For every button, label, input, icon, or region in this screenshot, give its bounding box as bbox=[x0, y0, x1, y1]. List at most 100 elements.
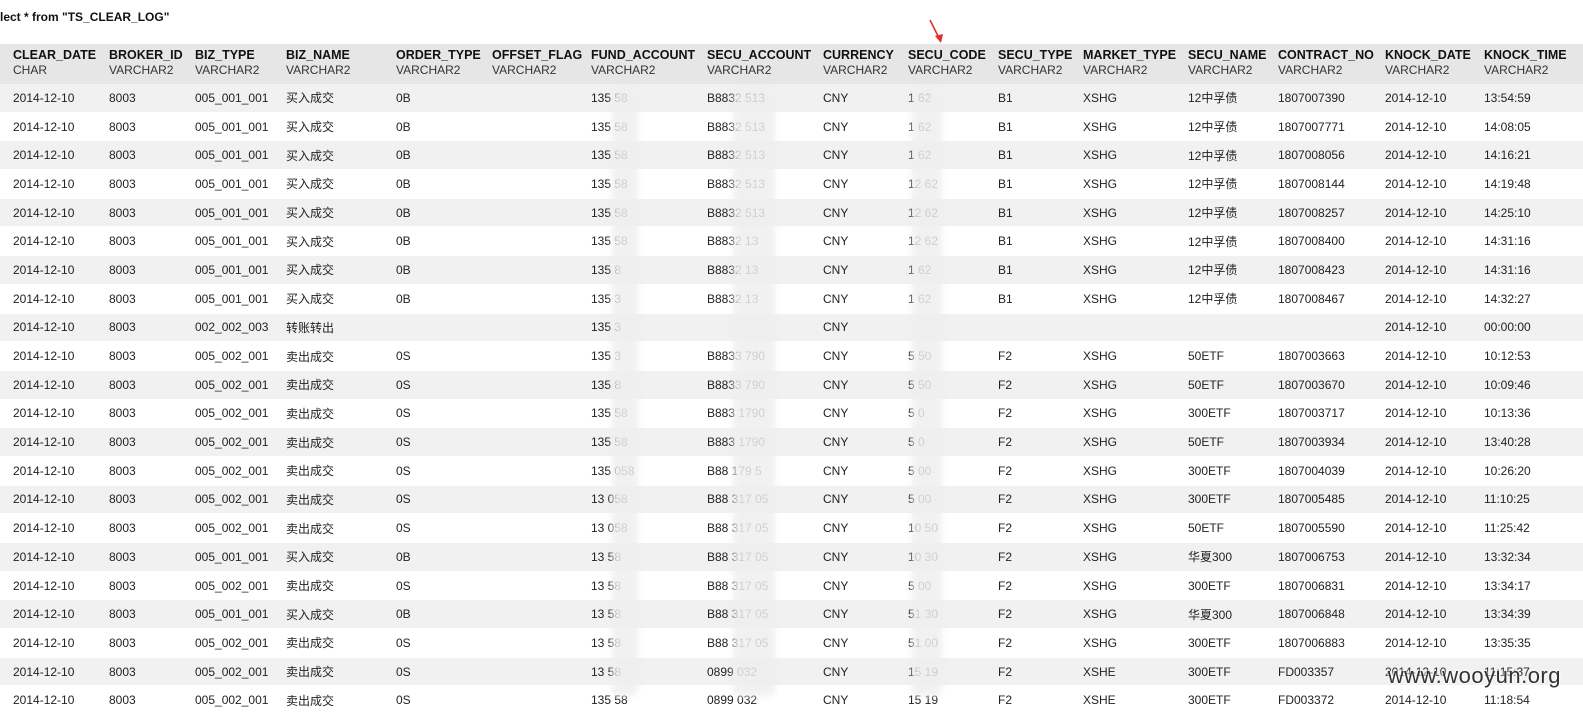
table-row[interactable]: 2014-12-10 8003 005_001_001 买入成交 0B 13 58 B88 … bbox=[0, 599, 1583, 630]
column-name: ORDER_TYPE bbox=[396, 48, 481, 62]
table-cell: B8832 13 bbox=[694, 226, 810, 257]
table-row[interactable]: 2014-12-10 8003 005_001_001 买入成交 0B 135 3 B883… bbox=[0, 284, 1583, 314]
table-cell: 135 8 bbox=[578, 370, 694, 400]
table-cell: 8003 bbox=[96, 513, 182, 543]
table-cell: 005_001_001 bbox=[182, 169, 273, 199]
table-cell: 1807003934 bbox=[1265, 427, 1372, 457]
table-cell: 1807003663 bbox=[1265, 341, 1372, 371]
table-cell bbox=[985, 313, 1070, 343]
table-cell: 0B bbox=[383, 140, 479, 171]
table-cell: 8003 bbox=[96, 427, 182, 457]
table-cell: 10:26:20 bbox=[1471, 456, 1583, 486]
table-cell bbox=[479, 485, 578, 515]
table-cell: XSHG bbox=[1070, 427, 1175, 457]
table-row[interactable]: 2014-12-10 8003 005_001_001 买入成交 0B 135 58 B88… bbox=[0, 140, 1583, 171]
table-cell: CNY bbox=[810, 399, 895, 429]
table-cell: 2014-12-10 bbox=[0, 542, 96, 572]
table-cell: 135 8 bbox=[578, 255, 694, 285]
table-cell bbox=[479, 112, 578, 142]
table-cell: 50ETF bbox=[1175, 341, 1265, 371]
table-row[interactable]: 2014-12-10 8003 005_002_001 卖出成交 0S 135 58 B88… bbox=[0, 399, 1583, 429]
column-type: VARCHAR2 bbox=[998, 63, 1063, 77]
table-cell: 00:00:00 bbox=[1471, 313, 1583, 343]
table-cell: 15 19 bbox=[895, 657, 985, 687]
table-cell: XSHG bbox=[1070, 226, 1175, 257]
table-cell: CNY bbox=[810, 370, 895, 400]
column-header[interactable]: CURRENCY VARCHAR2 bbox=[810, 44, 895, 84]
table-row[interactable]: 2014-12-10 8003 005_001_001 买入成交 0B 135 58 B88… bbox=[0, 198, 1583, 228]
table-cell: 0B bbox=[383, 226, 479, 257]
table-row[interactable]: 2014-12-10 8003 005_002_001 卖出成交 0S 135 58 089… bbox=[0, 685, 1583, 715]
table-cell: 卖出成交 bbox=[273, 485, 383, 515]
table-row[interactable]: 2014-12-10 8003 002_002_003 转账转出 135 3 CNY 201… bbox=[0, 313, 1583, 343]
table-cell: XSHG bbox=[1070, 513, 1175, 543]
column-header[interactable]: FUND_ACCOUNT VARCHAR2 bbox=[578, 44, 695, 84]
table-cell: 5 00 bbox=[895, 571, 985, 601]
table-cell: 2014-12-10 bbox=[1372, 169, 1471, 199]
table-cell: 8003 bbox=[96, 255, 182, 285]
table-cell: 买入成交 bbox=[273, 542, 383, 572]
table-cell: 005_002_001 bbox=[182, 685, 273, 715]
table-row[interactable]: 2014-12-10 8003 005_001_001 买入成交 0B 135 8 B883… bbox=[0, 255, 1583, 285]
table-cell: 0S bbox=[383, 513, 479, 543]
column-header[interactable]: CLEAR_DATE CHAR bbox=[0, 44, 96, 84]
table-row[interactable]: 2014-12-10 8003 005_002_001 卖出成交 0S 135 058 B8… bbox=[0, 456, 1583, 486]
table-row[interactable]: 2014-12-10 8003 005_002_001 卖出成交 0S 13 058 B88… bbox=[0, 485, 1583, 515]
column-header[interactable]: SECU_ACCOUNT VARCHAR2 bbox=[694, 44, 811, 84]
column-header[interactable]: ORDER_TYPE VARCHAR2 bbox=[383, 44, 481, 84]
table-cell: 2014-12-10 bbox=[1372, 140, 1471, 171]
table-row[interactable]: 2014-12-10 8003 005_002_001 卖出成交 0S 13 058 B88… bbox=[0, 513, 1583, 543]
table-cell: 8003 bbox=[96, 685, 182, 715]
column-header[interactable]: KNOCK_DATE VARCHAR2 bbox=[1372, 44, 1471, 84]
table-cell: 2014-12-10 bbox=[0, 456, 96, 486]
table-cell: CNY bbox=[810, 169, 895, 199]
table-row[interactable]: 2014-12-10 8003 005_002_001 卖出成交 0S 135 8 B883… bbox=[0, 370, 1583, 400]
table-cell: B1 bbox=[985, 255, 1070, 285]
table-cell: 卖出成交 bbox=[273, 628, 383, 658]
table-cell: 卖出成交 bbox=[273, 399, 383, 429]
table-cell bbox=[479, 284, 578, 314]
table-cell: CNY bbox=[810, 112, 895, 142]
table-cell: 2014-12-10 bbox=[1372, 628, 1471, 658]
table-cell: 10 50 bbox=[895, 513, 985, 543]
table-cell: 2014-12-10 bbox=[0, 685, 96, 715]
table-cell: F2 bbox=[985, 628, 1070, 658]
table-cell: 8003 bbox=[96, 599, 182, 630]
table-cell: 8003 bbox=[96, 456, 182, 486]
column-header[interactable]: BIZ_TYPE VARCHAR2 bbox=[182, 44, 273, 84]
column-name: BIZ_TYPE bbox=[195, 48, 255, 62]
table-row[interactable]: 2014-12-10 8003 005_001_001 买入成交 0B 13 58 B88 … bbox=[0, 542, 1583, 572]
column-header[interactable]: CONTRACT_NO VARCHAR2 bbox=[1265, 44, 1374, 84]
table-cell: 005_001_001 bbox=[182, 226, 273, 257]
table-cell: 005_001_001 bbox=[182, 599, 273, 630]
header-row: CLEAR_DATE CHAR BROKER_ID VARCHAR2 BIZ_TYPE V… bbox=[0, 44, 1583, 84]
table-cell: CNY bbox=[810, 542, 895, 572]
column-header[interactable]: KNOCK_TIME VARCHAR2 bbox=[1471, 44, 1583, 84]
table-cell: 12 62 bbox=[895, 169, 985, 199]
table-row[interactable]: 2014-12-10 8003 005_002_001 卖出成交 0S 13 58 0899… bbox=[0, 657, 1583, 687]
table-row[interactable]: 2014-12-10 8003 005_002_001 卖出成交 0S 135 3 B883… bbox=[0, 341, 1583, 371]
column-header[interactable]: MARKET_TYPE VARCHAR2 bbox=[1070, 44, 1176, 84]
table-cell bbox=[479, 456, 578, 486]
column-header[interactable]: SECU_NAME VARCHAR2 bbox=[1175, 44, 1267, 84]
column-header[interactable]: BIZ_NAME VARCHAR2 bbox=[273, 44, 383, 84]
table-cell: F2 bbox=[985, 370, 1070, 400]
table-row[interactable]: 2014-12-10 8003 005_001_001 买入成交 0B 135 58 B88… bbox=[0, 226, 1583, 257]
table-cell: 8003 bbox=[96, 571, 182, 601]
table-row[interactable]: 2014-12-10 8003 005_001_001 买入成交 0B 135 58 B88… bbox=[0, 84, 1583, 113]
column-header[interactable]: SECU_TYPE VARCHAR2 bbox=[985, 44, 1072, 84]
column-type: VARCHAR2 bbox=[1278, 63, 1343, 77]
table-row[interactable]: 2014-12-10 8003 005_001_001 买入成交 0B 135 58 B88… bbox=[0, 169, 1583, 199]
table-cell bbox=[479, 657, 578, 687]
column-header[interactable]: SECU_CODE VARCHAR2 bbox=[895, 44, 986, 84]
table-row[interactable]: 2014-12-10 8003 005_002_001 卖出成交 0S 135 58 B88… bbox=[0, 427, 1583, 457]
column-header[interactable]: BROKER_ID VARCHAR2 bbox=[96, 44, 183, 84]
table-row[interactable]: 2014-12-10 8003 005_001_001 买入成交 0B 135 58 B88… bbox=[0, 112, 1583, 142]
column-header[interactable]: OFFSET_FLAG VARCHAR2 bbox=[479, 44, 582, 84]
table-cell: 1807005485 bbox=[1265, 485, 1372, 515]
column-name: SECU_CODE bbox=[908, 48, 986, 62]
table-row[interactable]: 2014-12-10 8003 005_002_001 卖出成交 0S 13 58 B88 … bbox=[0, 571, 1583, 601]
table-cell: 12 62 bbox=[895, 226, 985, 257]
table-row[interactable]: 2014-12-10 8003 005_002_001 卖出成交 0S 13 58 B88 … bbox=[0, 628, 1583, 658]
table-cell: 2014-12-10 bbox=[0, 427, 96, 457]
